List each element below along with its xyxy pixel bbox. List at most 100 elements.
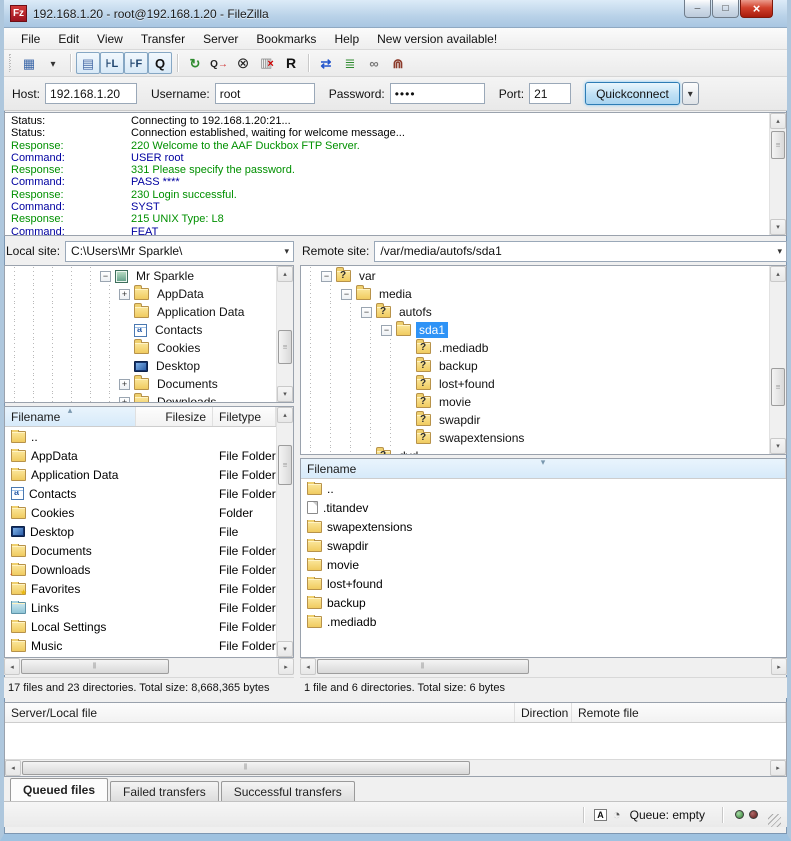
queue-horizontal-scrollbar[interactable]: ◂ ▸ (5, 759, 786, 776)
scroll-down-button[interactable]: ▾ (277, 386, 293, 402)
column-filename[interactable]: Filename▴ (5, 407, 136, 426)
menu-bookmarks[interactable]: Bookmarks (247, 30, 325, 48)
remote-site-combo[interactable]: /var/media/autofs/sda1 ▾ (374, 241, 787, 262)
column-server-local-file[interactable]: Server/Local file (5, 703, 515, 722)
collapse-icon[interactable] (361, 307, 372, 318)
message-log-toggle[interactable] (76, 52, 100, 74)
scroll-right-button[interactable]: ▸ (771, 658, 787, 675)
queue-body[interactable] (5, 723, 786, 759)
tab-failed-transfers[interactable]: Failed transfers (110, 781, 219, 801)
scroll-left-button[interactable]: ◂ (300, 658, 316, 675)
expand-icon[interactable] (119, 289, 130, 300)
tree-item-cookies[interactable]: Cookies (5, 339, 276, 357)
file-row[interactable]: LinksFile Folder (5, 598, 276, 617)
scroll-up-button[interactable]: ▴ (277, 407, 293, 423)
file-row[interactable]: FavoritesFile Folder (5, 579, 276, 598)
tree-item-mr-sparkle[interactable]: Mr Sparkle (5, 267, 276, 285)
toolbar-grip[interactable] (9, 54, 13, 72)
scroll-right-button[interactable]: ▸ (278, 658, 294, 675)
transfer-queue-panel[interactable]: Server/Local file Direction Remote file … (4, 702, 787, 777)
tree-item-dvd[interactable]: dvd (301, 447, 769, 455)
menu-file[interactable]: File (12, 30, 49, 48)
tab-queued-files[interactable]: Queued files (10, 778, 108, 801)
remote-directory-tree[interactable]: var media autofs sda1 .mediadb backup lo… (300, 265, 787, 455)
tree-item-contacts[interactable]: Contacts (5, 321, 276, 339)
transfer-type-icon[interactable] (594, 809, 607, 821)
scroll-left-button[interactable]: ◂ (5, 760, 21, 776)
tree-item-appdata[interactable]: AppData (5, 285, 276, 303)
expand-icon[interactable] (119, 379, 130, 390)
local-tree-toggle[interactable] (100, 52, 124, 74)
scroll-right-button[interactable]: ▸ (770, 760, 786, 776)
scrollbar-thumb[interactable] (771, 368, 785, 406)
remote-tree-scrollbar[interactable]: ▴ ▾ (769, 266, 786, 454)
local-horizontal-scrollbar[interactable]: ◂ ▸ (4, 658, 294, 675)
scrollbar-thumb[interactable] (278, 445, 292, 485)
scrollbar-thumb[interactable] (771, 131, 785, 159)
menu-help[interactable]: Help (325, 30, 368, 48)
local-file-list[interactable]: Filename▴ Filesize Filetype .. AppDataFi… (4, 406, 294, 658)
quickconnect-button[interactable]: Quickconnect (585, 82, 680, 105)
queue-toggle[interactable] (148, 52, 172, 74)
process-queue-button[interactable] (207, 52, 231, 74)
tree-item-swapdir[interactable]: swapdir (301, 411, 769, 429)
file-row[interactable]: .. (5, 427, 276, 446)
remote-file-list[interactable]: Filename▾ .. .titandev swapextensions sw… (300, 458, 787, 658)
collapse-icon[interactable] (341, 289, 352, 300)
tab-successful-transfers[interactable]: Successful transfers (221, 781, 355, 801)
remote-tree-toggle[interactable] (124, 52, 148, 74)
expand-icon[interactable] (119, 397, 130, 404)
file-row[interactable]: swapdir (301, 536, 786, 555)
local-list-scrollbar[interactable]: ▴ ▾ (276, 407, 293, 657)
scrollbar-thumb[interactable] (317, 659, 529, 674)
scrollbar-thumb[interactable] (22, 761, 470, 775)
site-manager-button[interactable] (17, 52, 41, 74)
menu-new-version[interactable]: New version available! (368, 30, 506, 48)
file-row[interactable]: .mediadb (301, 612, 786, 631)
file-row[interactable]: DocumentsFile Folder (5, 541, 276, 560)
file-row[interactable]: ContactsFile Folder (5, 484, 276, 503)
username-input[interactable] (215, 83, 315, 104)
disconnect-button[interactable] (255, 52, 279, 74)
tree-item-sda1[interactable]: sda1 (301, 321, 769, 339)
file-row[interactable]: .. (301, 479, 786, 498)
scroll-up-button[interactable]: ▴ (277, 266, 293, 282)
menu-transfer[interactable]: Transfer (132, 30, 194, 48)
tree-item-desktop[interactable]: Desktop (5, 357, 276, 375)
reconnect-button[interactable] (279, 52, 303, 74)
host-input[interactable] (45, 83, 137, 104)
scroll-down-button[interactable]: ▾ (277, 641, 293, 657)
menu-view[interactable]: View (88, 30, 132, 48)
scroll-down-button[interactable]: ▾ (770, 438, 786, 454)
tree-item-lost-found[interactable]: lost+found (301, 375, 769, 393)
password-input[interactable] (390, 83, 485, 104)
column-filename[interactable]: Filename▾ (301, 459, 786, 478)
tree-item-autofs[interactable]: autofs (301, 303, 769, 321)
scrollbar-thumb[interactable] (21, 659, 169, 674)
port-input[interactable] (529, 83, 571, 104)
local-directory-tree[interactable]: Mr Sparkle AppData Application Data Cont… (4, 265, 294, 403)
scroll-up-button[interactable]: ▴ (770, 266, 786, 282)
tree-item-movie[interactable]: movie (301, 393, 769, 411)
refresh-button[interactable] (183, 52, 207, 74)
file-row[interactable]: lost+found (301, 574, 786, 593)
file-row[interactable]: Local SettingsFile Folder (5, 617, 276, 636)
message-log[interactable]: Status:Connecting to 192.168.1.20:21... … (4, 112, 787, 236)
scroll-left-button[interactable]: ◂ (4, 658, 20, 675)
speed-limits-icon[interactable] (613, 807, 621, 822)
scroll-up-button[interactable]: ▴ (770, 113, 786, 129)
tree-item-mediadb[interactable]: .mediadb (301, 339, 769, 357)
collapse-icon[interactable] (321, 271, 332, 282)
local-tree-scrollbar[interactable]: ▴ ▾ (276, 266, 293, 402)
file-row[interactable]: DesktopFile (5, 522, 276, 541)
filter-button[interactable] (338, 52, 362, 74)
synchronized-browsing-button[interactable] (362, 52, 386, 74)
chevron-down-icon[interactable]: ▾ (775, 246, 784, 257)
file-row[interactable]: Application DataFile Folder (5, 465, 276, 484)
close-button[interactable] (740, 0, 773, 18)
file-row[interactable]: DownloadsFile Folder (5, 560, 276, 579)
quickconnect-dropdown[interactable] (682, 82, 699, 105)
chevron-down-icon[interactable]: ▾ (282, 246, 291, 257)
scroll-down-button[interactable]: ▾ (770, 219, 786, 235)
scrollbar-thumb[interactable] (278, 330, 292, 364)
